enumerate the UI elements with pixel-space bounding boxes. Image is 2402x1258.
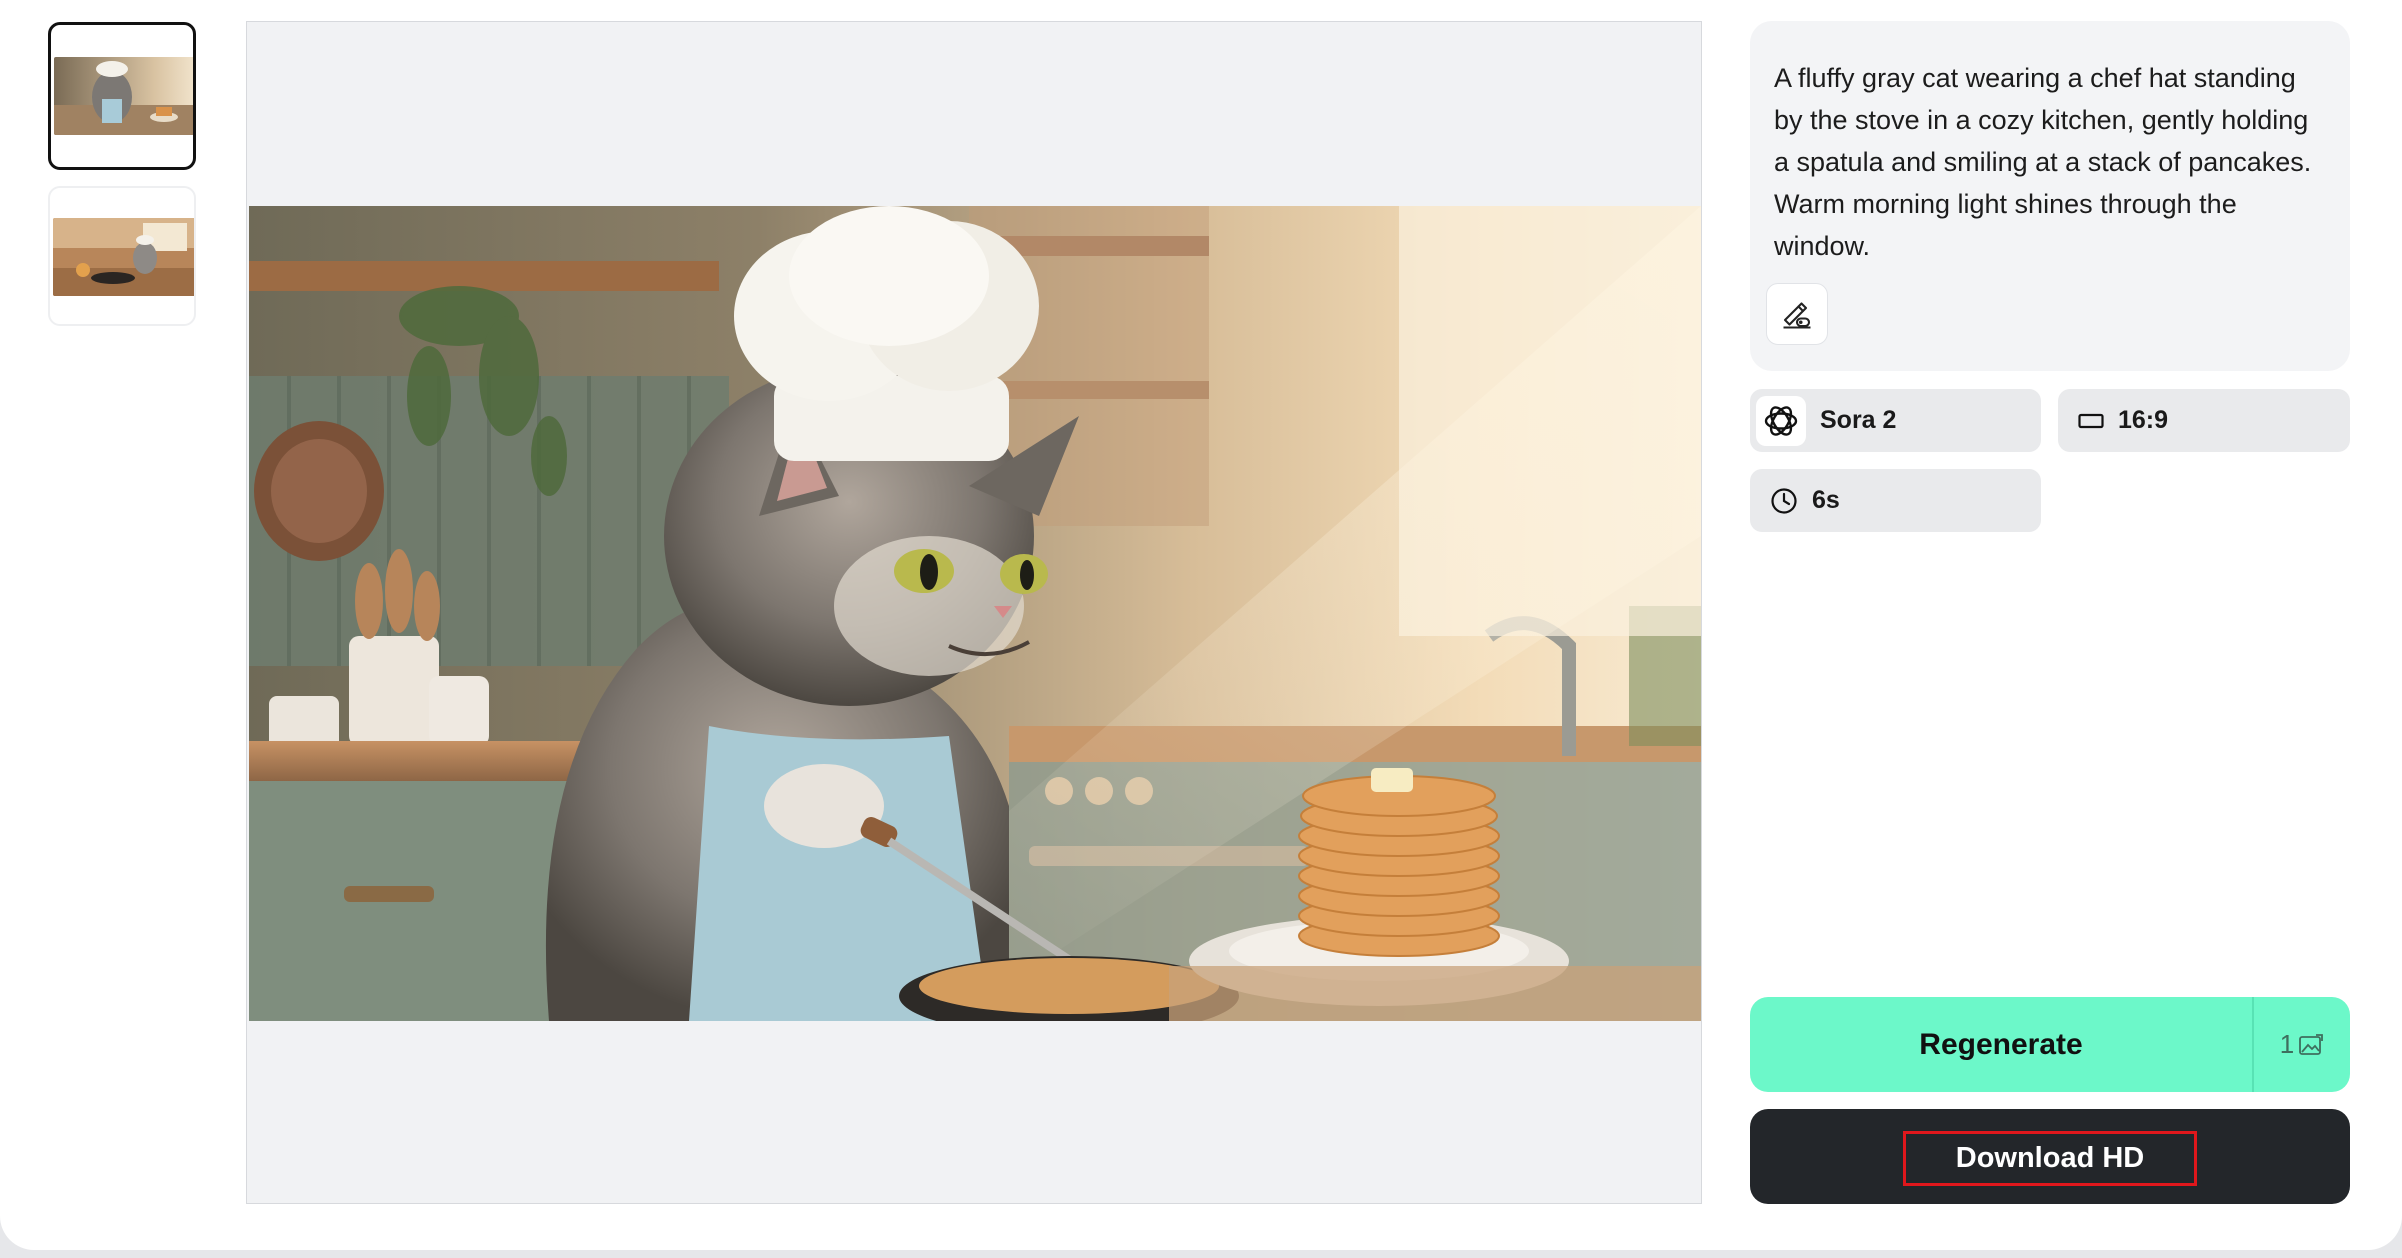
openai-logo-icon	[1756, 395, 1806, 446]
regenerate-button[interactable]: Regenerate 1	[1750, 997, 2350, 1092]
download-hd-button[interactable]: Download HD	[1750, 1109, 2350, 1204]
edit-prompt-button[interactable]	[1766, 283, 1828, 345]
image-credit-icon	[2299, 1033, 2324, 1055]
prompt-text: A fluffy gray cat wearing a chef hat sta…	[1774, 63, 2312, 261]
model-label: Sora 2	[1820, 406, 1897, 434]
thumbnail-2[interactable]	[48, 186, 196, 326]
thumbnail-1-image	[54, 57, 193, 135]
duration-chip[interactable]: 6s	[1750, 469, 2041, 532]
model-chip[interactable]: Sora 2	[1750, 389, 2041, 452]
prompt-card: A fluffy gray cat wearing a chef hat sta…	[1750, 21, 2350, 371]
aspect-ratio-label: 16:9	[2118, 406, 2169, 434]
edit-pen-icon	[1783, 302, 1811, 329]
generated-video-preview[interactable]	[249, 206, 1701, 1021]
clock-icon	[1770, 487, 1798, 515]
regenerate-label: Regenerate	[1919, 1027, 2083, 1061]
regenerate-credit: 1	[2254, 1029, 2350, 1060]
credit-count: 1	[2279, 1029, 2295, 1059]
preview-stage	[246, 21, 1702, 1204]
aspect-ratio-chip[interactable]: 16:9	[2058, 389, 2350, 452]
download-label: Download HD	[1955, 1142, 2145, 1174]
rectangle-icon	[2078, 412, 2104, 430]
thumbnail-1-selected[interactable]	[48, 22, 196, 170]
duration-label: 6s	[1812, 486, 1840, 514]
download-highlight-box: Download HD	[1903, 1131, 2197, 1186]
thumbnail-2-image	[53, 218, 194, 296]
